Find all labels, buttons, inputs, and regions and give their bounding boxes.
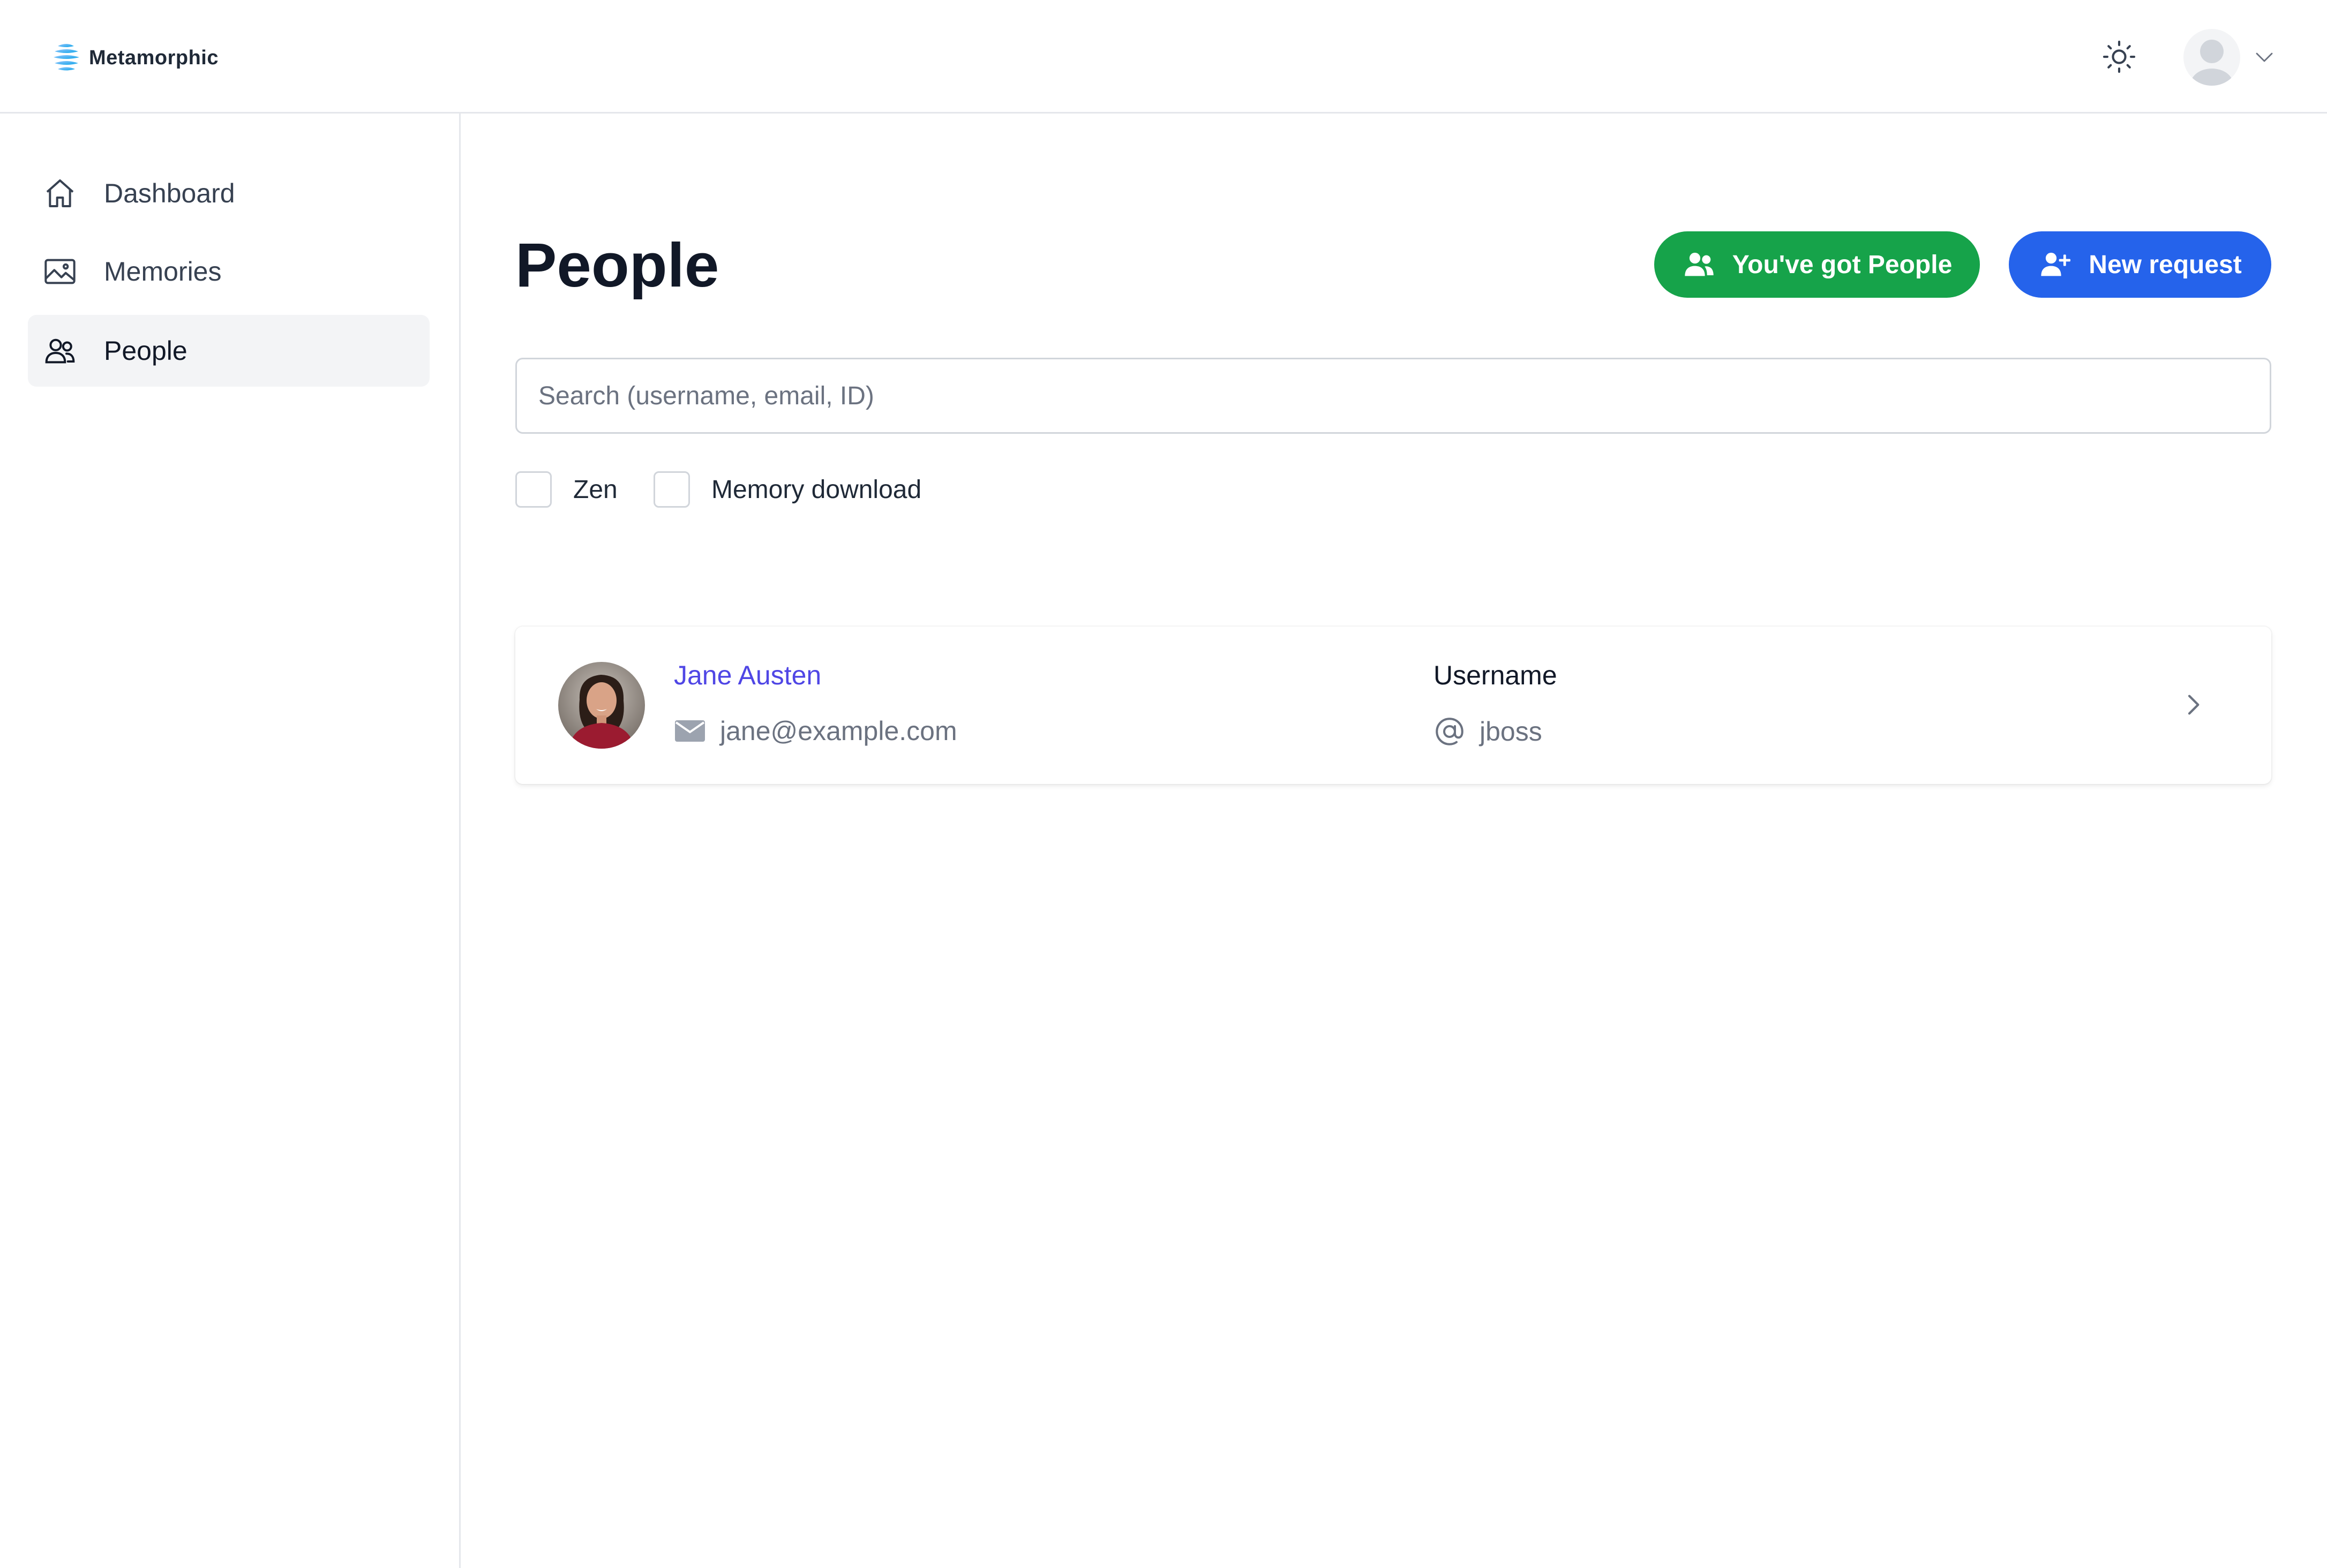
users-icon — [1685, 252, 1714, 276]
username-value: jboss — [1480, 717, 1542, 747]
sidebar-item-people[interactable]: People — [28, 315, 430, 387]
users-icon — [45, 338, 75, 364]
user-menu-button[interactable] — [2183, 28, 2276, 87]
brand[interactable]: Metamorphic — [50, 41, 219, 75]
person-avatar — [558, 662, 645, 749]
theme-toggle-button[interactable] — [2099, 36, 2140, 77]
sidebar-item-label: People — [104, 336, 187, 366]
metamorphic-logo-icon — [54, 44, 79, 71]
app-root: Metamorphic Dashboard Memories People Pe… — [0, 0, 2327, 1568]
search-input[interactable] — [515, 358, 2271, 434]
zen-checkbox-label: Zen — [573, 475, 618, 504]
page-title: People — [515, 230, 719, 300]
username-row: jboss — [1433, 715, 1542, 748]
memory-download-checkbox[interactable]: Memory download — [654, 471, 921, 508]
brand-name: Metamorphic — [89, 46, 219, 69]
youve-got-people-label: You've got People — [1732, 250, 1953, 279]
new-request-button[interactable]: New request — [2009, 231, 2271, 298]
at-sign-icon — [1436, 718, 1463, 745]
sidebar: Dashboard Memories People — [0, 114, 461, 1568]
sidebar-item-label: Memories — [104, 257, 222, 287]
checkbox-box[interactable] — [515, 471, 552, 508]
sidebar-item-memories[interactable]: Memories — [28, 236, 430, 307]
person-name[interactable]: Jane Austen — [674, 660, 821, 691]
home-icon — [46, 179, 74, 207]
person-email-row: jane@example.com — [674, 715, 957, 747]
new-request-label: New request — [2089, 250, 2242, 279]
checkbox-box[interactable] — [654, 471, 690, 508]
top-bar: Metamorphic — [0, 0, 2327, 114]
sidebar-item-dashboard[interactable]: Dashboard — [28, 157, 430, 229]
image-icon — [44, 259, 76, 284]
username-heading: Username — [1433, 660, 1557, 690]
youve-got-people-button[interactable]: You've got People — [1654, 231, 1980, 298]
zen-checkbox[interactable]: Zen — [515, 471, 618, 508]
avatar — [2183, 29, 2240, 86]
person-row[interactable]: Jane Austen jane@example.com Username jb… — [515, 627, 2271, 784]
envelope-icon — [675, 720, 705, 742]
user-plus-icon — [2041, 252, 2071, 276]
memory-download-checkbox-label: Memory download — [711, 475, 922, 504]
user-silhouette-icon — [2190, 40, 2233, 86]
chevron-down-icon — [2256, 52, 2273, 62]
sun-icon — [2103, 40, 2136, 73]
person-email: jane@example.com — [720, 716, 957, 746]
sidebar-item-label: Dashboard — [104, 178, 235, 208]
person-photo-image — [558, 662, 645, 749]
chevron-right-icon[interactable] — [2178, 690, 2208, 720]
